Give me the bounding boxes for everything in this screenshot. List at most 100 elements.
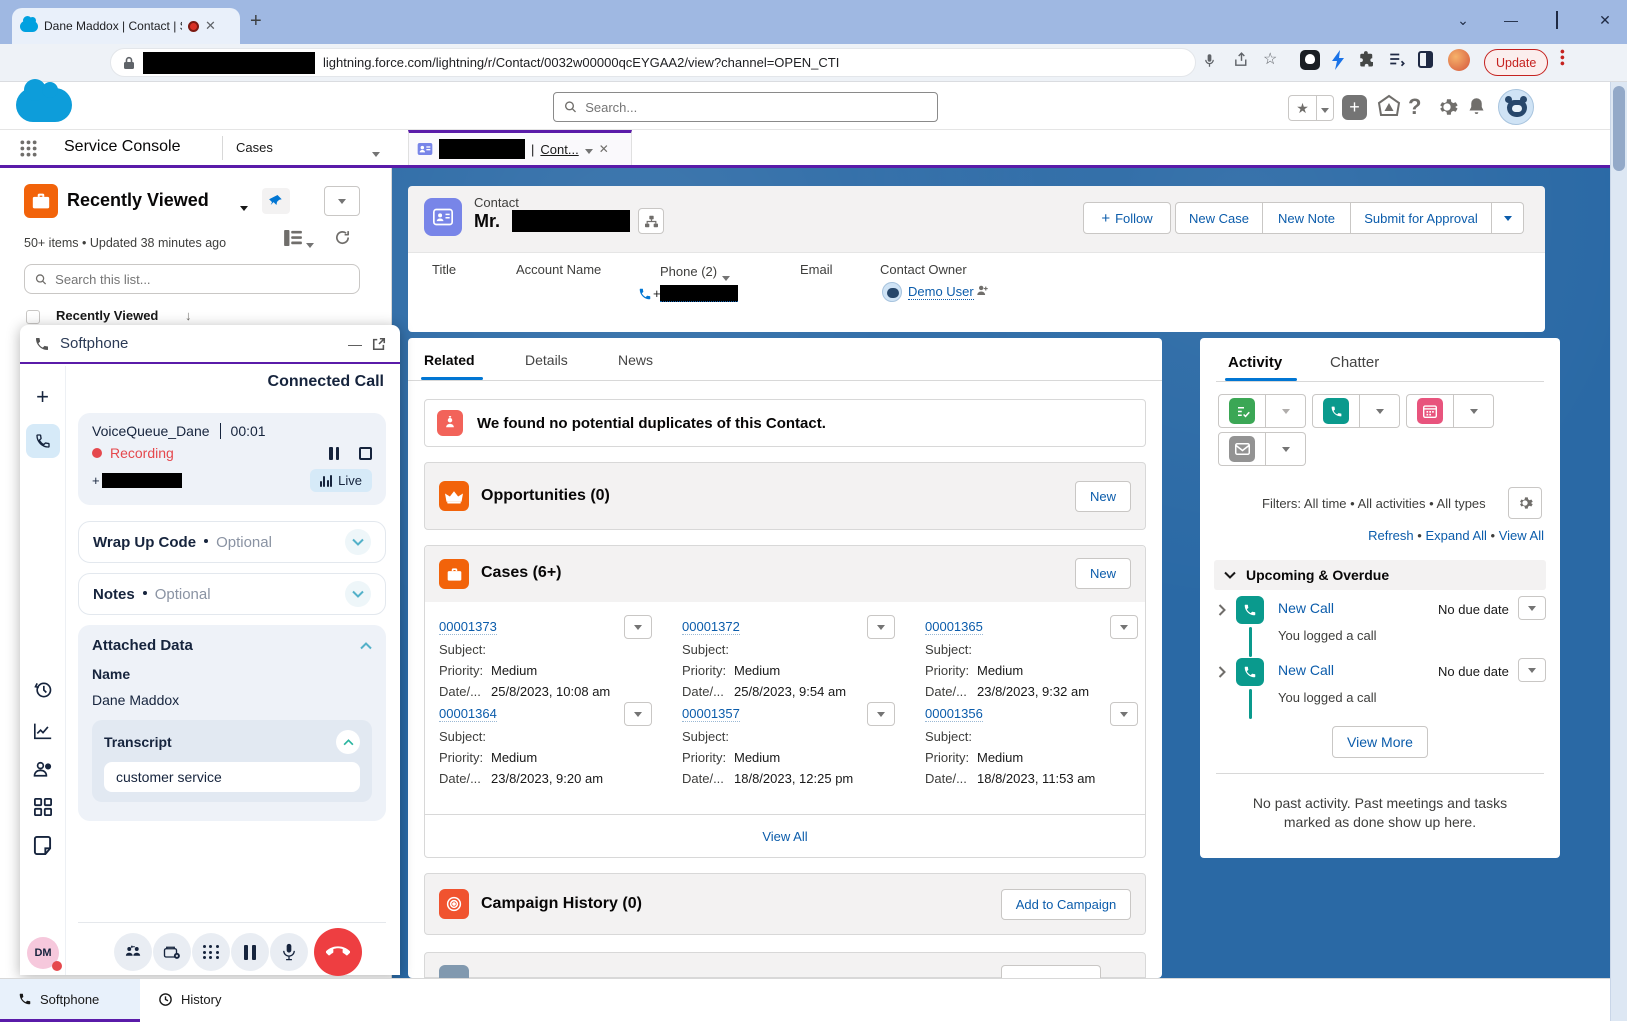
phone-field-chevron-icon[interactable] xyxy=(722,269,730,284)
nav-tab-contact-active[interactable]: | Cont... ✕ xyxy=(408,130,632,165)
activity-view-all-link[interactable]: View All xyxy=(1499,528,1544,543)
global-search[interactable] xyxy=(553,92,938,122)
contact-tab-chevron-icon[interactable] xyxy=(585,142,593,157)
hold-call-button[interactable] xyxy=(231,933,269,971)
select-all-checkbox[interactable] xyxy=(26,310,40,324)
cases-tab-chevron-icon[interactable] xyxy=(372,145,380,160)
list-search-input[interactable] xyxy=(55,272,349,287)
view-more-button[interactable]: View More xyxy=(1332,726,1428,758)
opportunities-new-button[interactable]: New xyxy=(1075,481,1131,512)
list-actions-dropdown-button[interactable] xyxy=(324,186,360,216)
case-number-link[interactable]: 00001365 xyxy=(925,619,983,635)
email-chevron-button[interactable] xyxy=(1266,432,1306,466)
favorites-button-group[interactable]: ★ xyxy=(1288,95,1334,121)
new-note-button[interactable]: New Note xyxy=(1263,202,1351,234)
log-call-chevron-button[interactable] xyxy=(1360,394,1400,428)
tab-activity[interactable]: Activity xyxy=(1228,354,1282,371)
setup-gear-icon[interactable] xyxy=(1436,96,1458,118)
add-to-campaign-button[interactable]: Add to Campaign xyxy=(1001,889,1131,920)
tab-chatter[interactable]: Chatter xyxy=(1330,354,1379,371)
notifications-bell-icon[interactable] xyxy=(1466,96,1487,118)
expand-all-link[interactable]: Expand All xyxy=(1425,528,1486,543)
utility-tab-history[interactable]: History xyxy=(150,979,221,1019)
case-row-actions-button[interactable] xyxy=(624,702,652,726)
address-bar[interactable]: lightning.force.com/lightning/r/Contact/… xyxy=(110,48,1196,77)
follow-button[interactable]: +Follow xyxy=(1083,202,1171,234)
cases-title[interactable]: Cases (6+) xyxy=(481,564,562,582)
notes-section[interactable]: NotesOptional xyxy=(78,573,386,615)
extensions-puzzle-icon[interactable] xyxy=(1358,50,1376,68)
case-row-actions-button[interactable] xyxy=(1110,702,1138,726)
window-maximize-button[interactable] xyxy=(1546,12,1568,28)
global-actions-plus-icon[interactable]: + xyxy=(1342,95,1367,120)
nav-tab-cases[interactable]: Cases xyxy=(236,140,273,155)
activity-item-actions-button[interactable] xyxy=(1518,596,1546,620)
campaign-history-title[interactable]: Campaign History (0) xyxy=(481,895,642,913)
timeline-expand-chevron-icon[interactable] xyxy=(1218,666,1226,678)
list-search[interactable] xyxy=(24,264,360,294)
new-call-plus-icon[interactable]: + xyxy=(36,384,49,410)
notes-pad-icon[interactable] xyxy=(33,836,52,855)
tab-close-icon[interactable]: ✕ xyxy=(205,18,216,34)
list-column-header[interactable]: Recently Viewed xyxy=(56,308,158,323)
minimize-softphone-icon[interactable]: — xyxy=(348,336,362,352)
call-history-icon[interactable] xyxy=(33,680,53,700)
pause-recording-icon[interactable] xyxy=(329,447,339,460)
end-call-button[interactable] xyxy=(314,928,362,976)
transcript-collapse-icon[interactable] xyxy=(336,730,360,754)
refresh-list-icon[interactable] xyxy=(334,229,351,246)
tab-details[interactable]: Details xyxy=(525,352,568,368)
reading-list-icon[interactable] xyxy=(1388,51,1406,67)
transfer-call-button[interactable] xyxy=(114,933,152,971)
new-event-button[interactable] xyxy=(1406,394,1454,428)
case-number-link[interactable]: 00001372 xyxy=(682,619,740,635)
display-style-icon[interactable] xyxy=(284,230,302,246)
share-icon[interactable] xyxy=(1233,51,1250,68)
email-button[interactable] xyxy=(1218,432,1266,466)
submit-for-approval-button[interactable]: Submit for Approval xyxy=(1351,202,1492,234)
window-minimize-button[interactable]: — xyxy=(1500,12,1522,28)
pin-list-icon[interactable] xyxy=(262,188,290,214)
refresh-link[interactable]: Refresh xyxy=(1368,528,1414,543)
favorite-star-icon[interactable]: ★ xyxy=(1289,100,1316,117)
cases-view-all-link[interactable]: View All xyxy=(425,829,1145,844)
case-number-link[interactable]: 00001373 xyxy=(439,619,497,635)
new-tab-button[interactable]: + xyxy=(250,10,262,33)
activity-item-actions-button[interactable] xyxy=(1518,658,1546,682)
tab-related[interactable]: Related xyxy=(424,352,475,368)
case-row-actions-button[interactable] xyxy=(867,702,895,726)
new-case-button[interactable]: New Case xyxy=(1175,202,1263,234)
tab-news[interactable]: News xyxy=(618,352,653,368)
wrap-up-code-section[interactable]: Wrap Up CodeOptional xyxy=(78,521,386,563)
contact-tab-close-icon[interactable]: ✕ xyxy=(599,142,609,156)
browser-menu-icon[interactable]: ••• xyxy=(1555,49,1571,67)
dialpad-button[interactable] xyxy=(192,933,230,971)
case-number-link[interactable]: 00001364 xyxy=(439,706,497,722)
section-collapse-chevron-icon[interactable] xyxy=(1224,571,1236,579)
utility-tab-softphone[interactable]: Softphone xyxy=(0,979,140,1019)
active-call-rail-tab[interactable] xyxy=(26,424,60,458)
live-badge[interactable]: Live xyxy=(310,469,372,492)
new-task-button[interactable] xyxy=(1218,394,1266,428)
metrics-chart-icon[interactable] xyxy=(33,722,53,740)
user-avatar[interactable] xyxy=(1498,89,1534,125)
list-view-title[interactable]: Recently Viewed xyxy=(67,190,209,211)
attached-data-collapse-icon[interactable] xyxy=(360,642,372,650)
activity-filter-gear-button[interactable] xyxy=(1508,487,1542,519)
bookmark-star-icon[interactable]: ☆ xyxy=(1263,49,1277,69)
browser-profile-avatar[interactable] xyxy=(1448,49,1470,71)
extension-lightning-icon[interactable] xyxy=(1330,50,1348,70)
browser-tab[interactable]: Dane Maddox | Contact | Sal ✕ xyxy=(12,8,240,44)
case-number-link[interactable]: 00001356 xyxy=(925,706,983,722)
notes-chevron-icon[interactable] xyxy=(345,581,371,607)
cases-new-button[interactable]: New xyxy=(1075,558,1131,589)
stop-recording-icon[interactable] xyxy=(359,447,372,460)
case-number-link[interactable]: 00001357 xyxy=(682,706,740,722)
upcoming-overdue-section-header[interactable]: Upcoming & Overdue xyxy=(1214,560,1546,590)
side-panel-icon[interactable] xyxy=(1418,51,1433,68)
view-hierarchy-button[interactable] xyxy=(638,208,664,234)
voice-search-mic-icon[interactable] xyxy=(1202,51,1217,70)
agents-icon[interactable] xyxy=(32,760,54,778)
browser-update-button[interactable]: Update xyxy=(1484,49,1548,76)
change-owner-icon[interactable] xyxy=(976,284,989,297)
